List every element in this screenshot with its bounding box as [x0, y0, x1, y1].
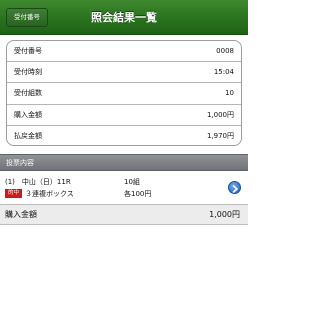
summary-row-combination-count: 受付組数 10 [7, 83, 241, 105]
summary-label: 受付番号 [14, 47, 42, 56]
summary-label: 受付時刻 [14, 68, 42, 77]
summary-label: 購入金額 [14, 110, 42, 119]
summary-value: 1,000円 [206, 110, 234, 119]
summary-label: 受付組数 [14, 89, 42, 98]
summary-row-receipt-number: 受付番号 0008 [7, 41, 241, 63]
summary-row-purchase-amount: 購入金額 1,000円 [7, 105, 241, 126]
bet-race: (1) 中山（日）11R [5, 178, 71, 186]
bet-unit-amount: 各100円 [124, 190, 152, 198]
total-purchase-row: 購入金額 1,000円 [0, 205, 248, 225]
bet-combination-count: 10組 [124, 178, 140, 186]
chevron-right-icon[interactable] [228, 181, 241, 194]
summary-value: 10 [225, 89, 234, 98]
summary-row-payout-amount: 払戻金額 1,970円 [7, 126, 241, 145]
summary-panel: 受付番号 0008 受付時刻 15:04 受付組数 10 購入金額 1,000円… [6, 40, 242, 146]
bets-section-header: 投票内容 [0, 154, 248, 171]
hit-badge: 的中 [5, 189, 22, 198]
summary-label: 払戻金額 [14, 132, 42, 141]
summary-value: 0008 [216, 47, 234, 56]
bet-list-item[interactable]: (1) 中山（日）11R 10組 的中 ３連複ボックス 各100円 [0, 171, 248, 205]
bet-type: ３連複ボックス [25, 190, 74, 198]
total-value: 1,000円 [209, 210, 240, 219]
page-title: 照会結果一覧 [91, 11, 157, 24]
chevron-right-glyph [232, 184, 238, 193]
navigation-bar: 受付番号 照会結果一覧 [0, 0, 248, 35]
summary-value: 15:04 [213, 68, 234, 77]
total-label: 購入金額 [5, 210, 37, 219]
summary-value: 1,970円 [206, 132, 234, 141]
summary-row-receipt-time: 受付時刻 15:04 [7, 62, 241, 84]
